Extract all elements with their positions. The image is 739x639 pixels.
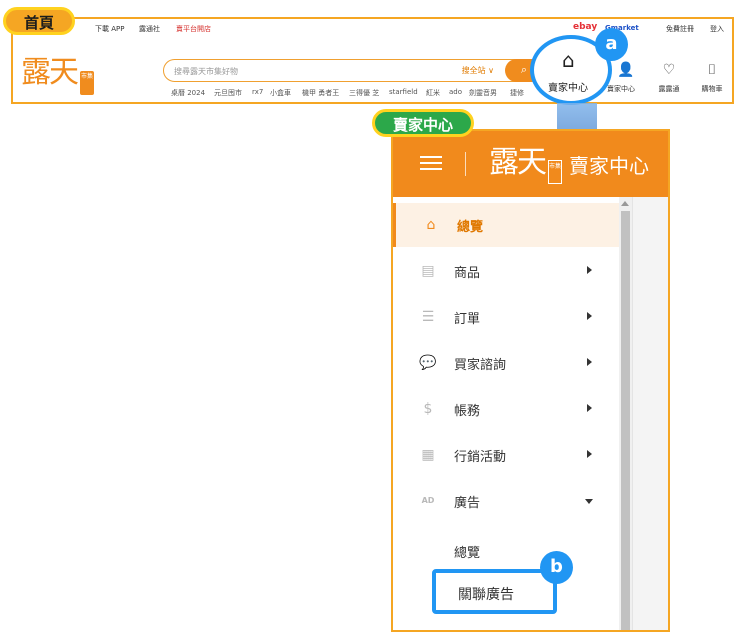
seller-header-title: 賣家中心 xyxy=(569,154,649,178)
community-link[interactable]: 露通社 xyxy=(139,24,160,34)
sidebar-item-ads[interactable]: AD 廣告 xyxy=(393,479,619,523)
main-content-area xyxy=(632,197,668,630)
hot-keyword[interactable]: 劍靈音男 xyxy=(469,88,497,98)
hot-keyword[interactable]: ado xyxy=(449,88,462,96)
ad-icon: AD xyxy=(421,496,435,505)
sidebar-subitem-ads-overview[interactable]: 總覽 xyxy=(454,542,480,561)
hot-keyword[interactable]: 桌曆 2024 xyxy=(171,88,205,98)
sidebar-item-label: 總覽 xyxy=(457,220,484,235)
hot-keyword[interactable]: rx7 xyxy=(252,88,263,96)
search-scope-dropdown[interactable]: 搜全站 ∨ xyxy=(462,65,494,76)
header-divider xyxy=(465,152,466,176)
chevron-right-icon xyxy=(587,266,592,274)
logo-badge: 市集 xyxy=(80,71,94,95)
sidebar-item-overview[interactable]: ⌂ 總覽 xyxy=(393,203,619,247)
sidebar-item-marketing[interactable]: ▦ 行銷活動 xyxy=(393,433,619,477)
step-badge-a: a xyxy=(595,28,628,61)
seller-logo-badge: 市集 xyxy=(548,160,562,184)
chat-icon: 💬 xyxy=(419,355,437,371)
sidebar-item-products[interactable]: ▤ 商品 xyxy=(393,249,619,293)
download-app-link[interactable]: 下載 APP xyxy=(95,24,124,34)
hot-keyword[interactable]: 機甲 勇者王 xyxy=(302,88,339,98)
chevron-right-icon xyxy=(587,358,592,366)
seller-logo-text: 露天 xyxy=(489,145,547,180)
scroll-up-icon[interactable] xyxy=(621,201,629,206)
seller-house-icon: ⌂ xyxy=(562,48,575,72)
related-ads-highlight[interactable]: 關聯廣告 xyxy=(432,569,557,614)
logo-text: 露天 xyxy=(21,55,79,90)
sidebar-item-label: 訂單 xyxy=(454,312,481,327)
chevron-right-icon xyxy=(587,450,592,458)
nav-cart-label[interactable]: 購物車 xyxy=(692,84,732,94)
seller-sidebar: ⌂ 總覽 ▤ 商品 ☰ 訂單 💬 買家諮詢 $ 帳務 ▦ 行銷活動 AD 廣告 … xyxy=(393,197,619,630)
nav-messages-label[interactable]: 露露通 xyxy=(649,84,689,94)
sidebar-item-label: 商品 xyxy=(454,266,481,281)
sidebar-item-label: 廣告 xyxy=(454,496,481,511)
chevron-down-icon xyxy=(585,499,593,504)
search-bar[interactable]: 搜尋露天市集好物 搜全站 ∨ ⌕ xyxy=(163,59,543,82)
sidebar-item-buyer-inquiries[interactable]: 💬 買家諮詢 xyxy=(393,341,619,385)
sidebar-scrollbar[interactable] xyxy=(619,197,632,630)
hot-keyword[interactable]: 小盒車 xyxy=(270,88,291,98)
seller-center-panel: 露天市集 賣家中心 ⌂ 總覽 ▤ 商品 ☰ 訂單 💬 買家諮詢 $ 帳務 ▦ xyxy=(391,129,670,632)
account-icon[interactable]: 👤 xyxy=(611,62,641,78)
scrollbar-thumb[interactable] xyxy=(621,211,630,630)
seller-center-link-label[interactable]: 賣家中心 xyxy=(548,79,588,94)
sidebar-item-orders[interactable]: ☰ 訂單 xyxy=(393,295,619,339)
open-store-link[interactable]: 賣平台開店 xyxy=(176,24,211,34)
ruten-logo[interactable]: 露天 市集 xyxy=(21,55,94,95)
chevron-right-icon xyxy=(587,312,592,320)
seller-logo[interactable]: 露天 市集 xyxy=(489,145,562,184)
hamburger-menu-icon[interactable] xyxy=(420,156,442,170)
register-link[interactable]: 免費註冊 xyxy=(666,24,694,34)
homepage-tag: 首頁 xyxy=(3,7,76,35)
seller-header: 露天 市集 賣家中心 xyxy=(393,131,668,197)
sidebar-item-label: 帳務 xyxy=(454,404,481,419)
chevron-right-icon xyxy=(587,404,592,412)
hot-keyword[interactable]: 紅米 xyxy=(426,88,440,98)
hot-keyword[interactable]: 元旦囤市 xyxy=(214,88,242,98)
hot-keyword[interactable]: starfield xyxy=(389,88,418,96)
calendar-icon: ▦ xyxy=(421,447,435,463)
hot-keyword[interactable]: 捷修 xyxy=(510,88,524,98)
cart-icon[interactable]: ⌷ xyxy=(697,62,727,78)
seller-center-tag: 賣家中心 xyxy=(372,109,475,137)
ebay-link[interactable]: ebay xyxy=(573,22,597,32)
sidebar-item-label: 買家諮詢 xyxy=(454,358,507,373)
money-icon: $ xyxy=(423,401,433,417)
login-link[interactable]: 登入 xyxy=(710,24,724,34)
search-input[interactable]: 搜尋露天市集好物 xyxy=(174,66,238,77)
chat-icon[interactable]: ♡ xyxy=(654,62,684,78)
basket-icon: ▤ xyxy=(421,263,435,279)
hot-keyword[interactable]: 三得優 芝 xyxy=(349,88,379,98)
step-badge-b: b xyxy=(540,551,573,584)
sidebar-item-finance[interactable]: $ 帳務 xyxy=(393,387,619,431)
home-icon: ⌂ xyxy=(426,217,436,233)
order-list-icon: ☰ xyxy=(421,309,435,325)
sidebar-item-label: 行銷活動 xyxy=(454,450,507,465)
sidebar-subitem-related-ads[interactable]: 關聯廣告 xyxy=(458,584,514,604)
